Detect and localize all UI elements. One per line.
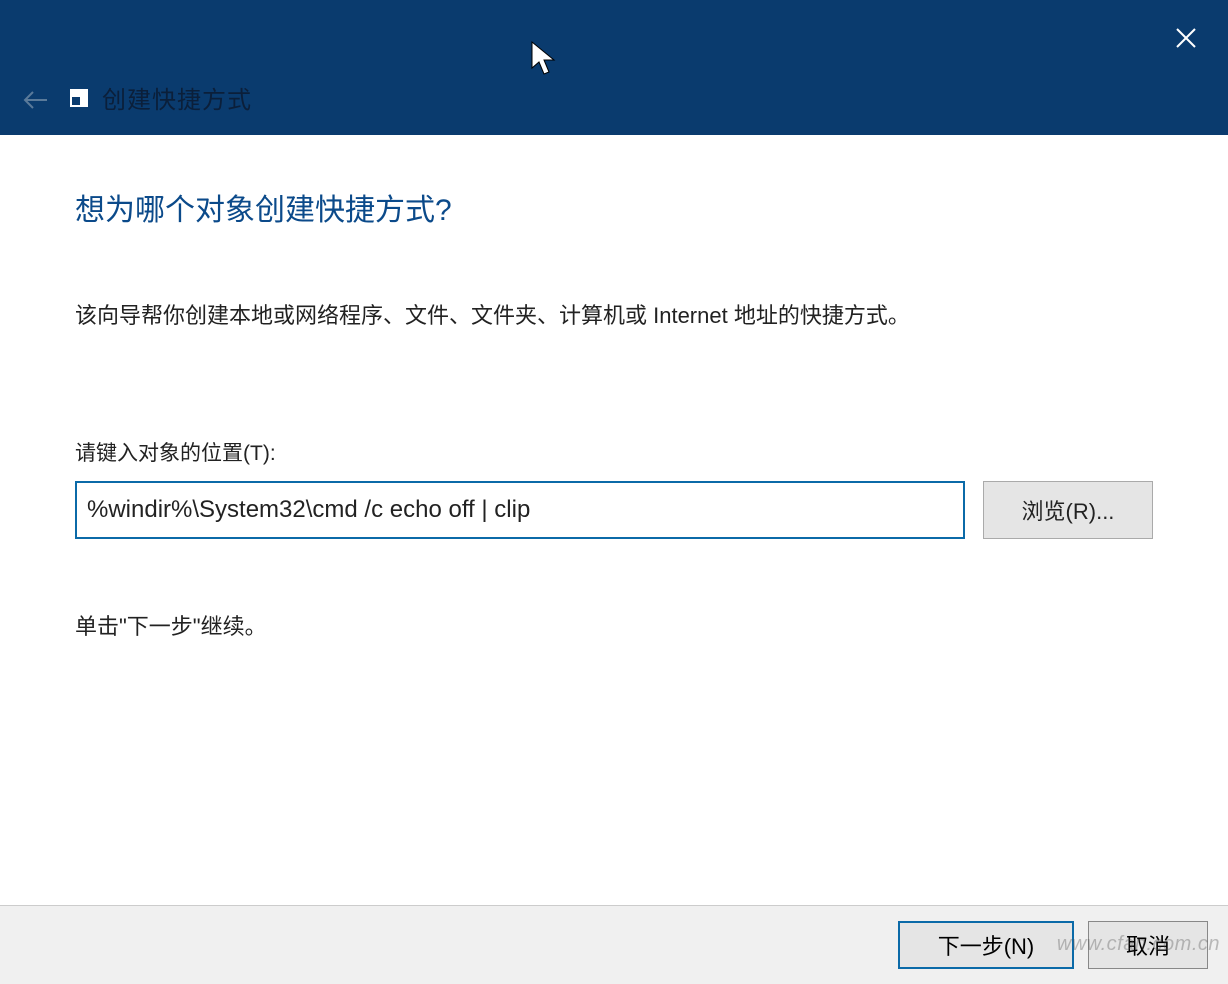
continue-hint: 单击"下一步"继续。 (75, 609, 1153, 641)
wizard-content: 想为哪个对象创建快捷方式? 该向导帮你创建本地或网络程序、文件、文件夹、计算机或… (0, 135, 1228, 905)
close-icon (1175, 27, 1197, 49)
location-label: 请键入对象的位置(T): (75, 437, 1153, 467)
titlebar: 创建快捷方式 (0, 0, 1228, 135)
back-button[interactable] (18, 82, 54, 118)
close-button[interactable] (1166, 18, 1206, 58)
next-button[interactable]: 下一步(N) (898, 921, 1074, 969)
location-input-row: 浏览(R)... (75, 481, 1153, 539)
shortcut-icon (70, 89, 88, 107)
mouse-cursor-icon (530, 40, 558, 81)
location-input[interactable] (75, 481, 965, 539)
watermark: www.cfan.com.cn (1057, 933, 1220, 956)
wizard-heading: 想为哪个对象创建快捷方式? (75, 185, 1153, 229)
title-row: 创建快捷方式 (70, 80, 252, 115)
back-arrow-icon (23, 90, 49, 110)
window-title: 创建快捷方式 (102, 80, 252, 115)
wizard-description: 该向导帮你创建本地或网络程序、文件、文件夹、计算机或 Internet 地址的快… (75, 299, 1153, 332)
browse-button[interactable]: 浏览(R)... (983, 481, 1153, 539)
dialog-footer: 下一步(N) 取消 (0, 905, 1228, 984)
